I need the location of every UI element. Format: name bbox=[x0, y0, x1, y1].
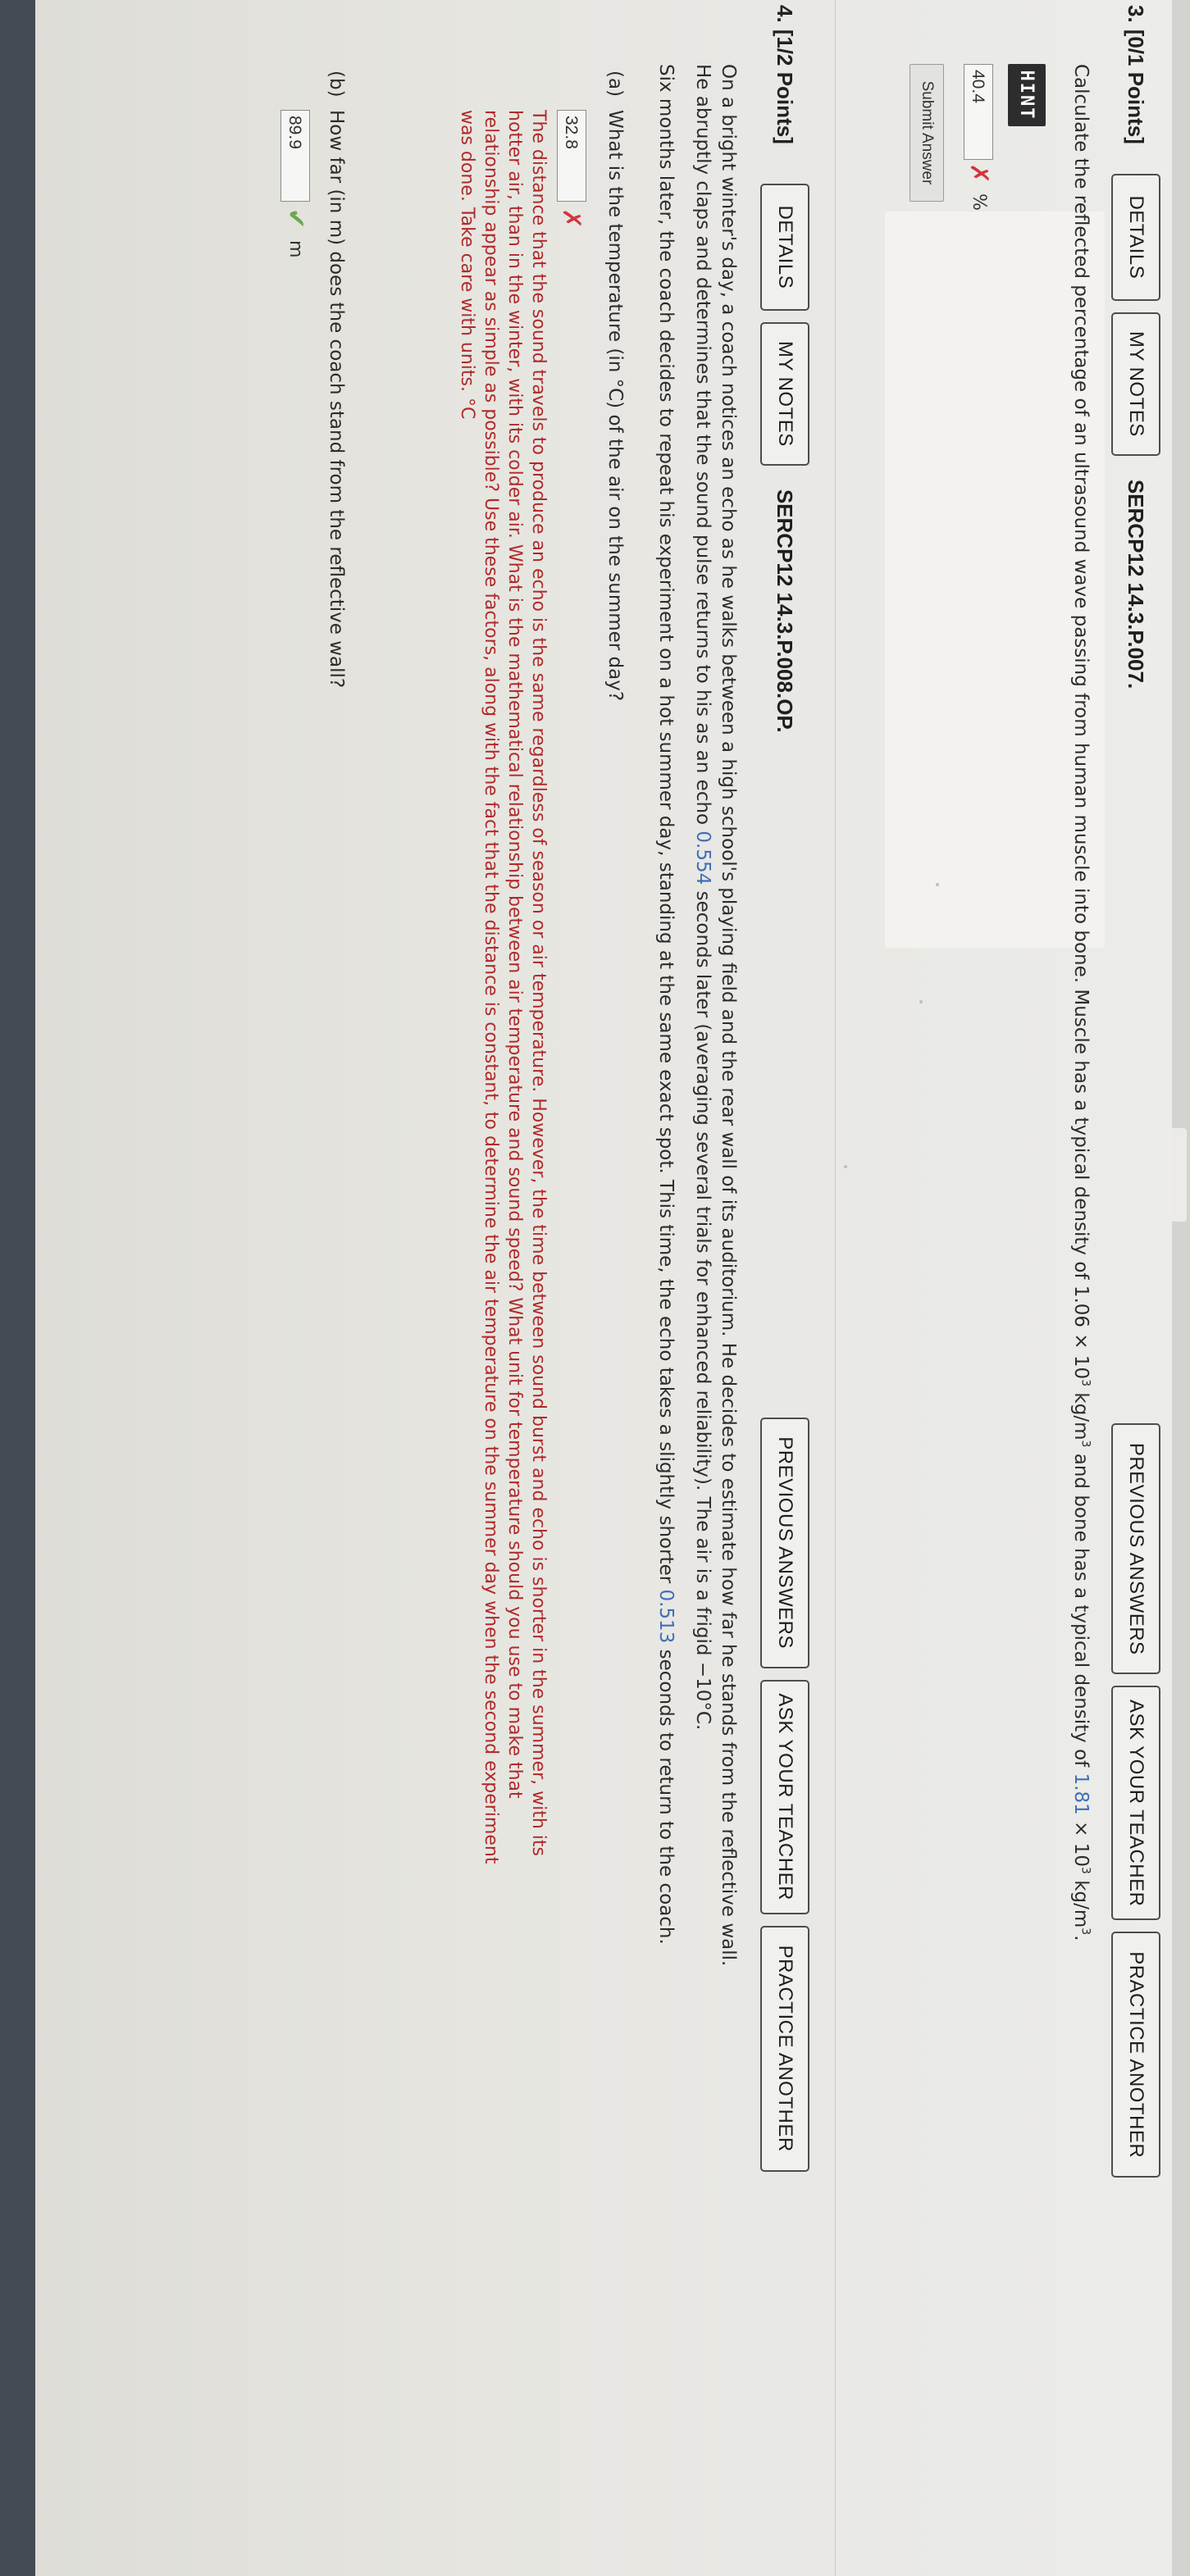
check-icon: ✔ bbox=[281, 208, 310, 230]
decorative-dot bbox=[936, 883, 939, 886]
q4-summer-echo-time: 0.513 bbox=[655, 1589, 677, 1644]
question-3-number: 3. bbox=[1124, 5, 1149, 23]
q3-prompt: Calculate the reflected percentage of an… bbox=[1070, 64, 1092, 1941]
question-divider bbox=[835, 0, 836, 2576]
q4-my-notes-button[interactable]: MY NOTES bbox=[760, 321, 809, 466]
q4-intro-line-2: He abruptly claps and determines that th… bbox=[692, 64, 714, 1731]
decorative-dot bbox=[844, 1165, 847, 1168]
q4-intro-line-3: Six months later, the coach decides to r… bbox=[655, 64, 677, 1945]
q4-practice-another-button[interactable]: PRACTICE ANOTHER bbox=[760, 1925, 809, 2172]
q3-ask-teacher-button[interactable]: ASK YOUR TEACHER bbox=[1111, 1686, 1160, 1921]
q4-part-a-input[interactable]: 32.8 bbox=[557, 110, 586, 202]
q4-part-b-input[interactable]: 89.9 bbox=[280, 110, 310, 202]
q4-winter-echo-time: 0.554 bbox=[692, 831, 714, 885]
x-mark-icon: ✗ bbox=[557, 208, 586, 230]
question-4-points: [1/2 Points] bbox=[773, 29, 798, 144]
hint-button[interactable]: HINT bbox=[1008, 64, 1046, 126]
q4-part-b-question: How far (in m) does the coach stand from… bbox=[326, 110, 347, 689]
q4-feedback-line-4: was done. Take care with units. °C bbox=[457, 110, 477, 420]
q4-feedback-line-2: hotter air, than in the winter, with its… bbox=[504, 110, 525, 1799]
q3-details-button[interactable]: DETAILS bbox=[1111, 173, 1160, 301]
bottom-bar bbox=[0, 0, 35, 2576]
q3-my-notes-button[interactable]: MY NOTES bbox=[1111, 312, 1160, 456]
q3-previous-answers-button[interactable]: PREVIOUS ANSWERS bbox=[1111, 1423, 1160, 1675]
q3-practice-another-button[interactable]: PRACTICE ANOTHER bbox=[1111, 1932, 1160, 2178]
q4-previous-answers-button[interactable]: PREVIOUS ANSWERS bbox=[760, 1417, 809, 1668]
browser-top-bar bbox=[1172, 0, 1190, 2576]
q3-answer-unit: % bbox=[969, 193, 989, 211]
q3-bone-density-value: 1.81 bbox=[1070, 1773, 1092, 1815]
question-3-points: [0/1 Points] bbox=[1124, 29, 1149, 144]
q3-problem-code: SERCP12 14.3.P.007. bbox=[1124, 479, 1149, 690]
decorative-dot bbox=[919, 1000, 923, 1004]
q4-part-a-label: (a) bbox=[604, 71, 626, 98]
submit-answer-button[interactable]: Submit Answer bbox=[910, 64, 944, 202]
q3-answer-input[interactable]: 40.4 bbox=[964, 64, 993, 160]
screen: 3. [0/1 Points] DETAILS MY NOTES SERCP12… bbox=[0, 0, 1190, 2576]
q4-part-a-question: What is the temperature (in °C) of the a… bbox=[604, 110, 626, 702]
q4-feedback-line-1: The distance that the sound travels to p… bbox=[528, 110, 549, 1856]
browser-tab[interactable] bbox=[1172, 1128, 1187, 1222]
question-4-number: 4. bbox=[773, 5, 798, 23]
q4-part-b-unit: m bbox=[285, 240, 306, 258]
q4-ask-teacher-button[interactable]: ASK YOUR TEACHER bbox=[760, 1679, 809, 1914]
question-4-header: 4. [1/2 Points] DETAILS MY NOTES SERCP12… bbox=[759, 0, 811, 2576]
q4-problem-code: SERCP12 14.3.P.008.OP. bbox=[773, 489, 798, 733]
question-3-header: 3. [0/1 Points] DETAILS MY NOTES SERCP12… bbox=[1110, 0, 1162, 2576]
q4-feedback-line-3: relationship appear as simple as possibl… bbox=[481, 110, 501, 1864]
x-mark-icon: ✗ bbox=[964, 163, 993, 184]
q4-part-b-label: (b) bbox=[326, 71, 347, 98]
q4-intro-line-1: On a bright winter's day, a coach notice… bbox=[718, 64, 739, 1967]
q4-details-button[interactable]: DETAILS bbox=[760, 183, 809, 311]
